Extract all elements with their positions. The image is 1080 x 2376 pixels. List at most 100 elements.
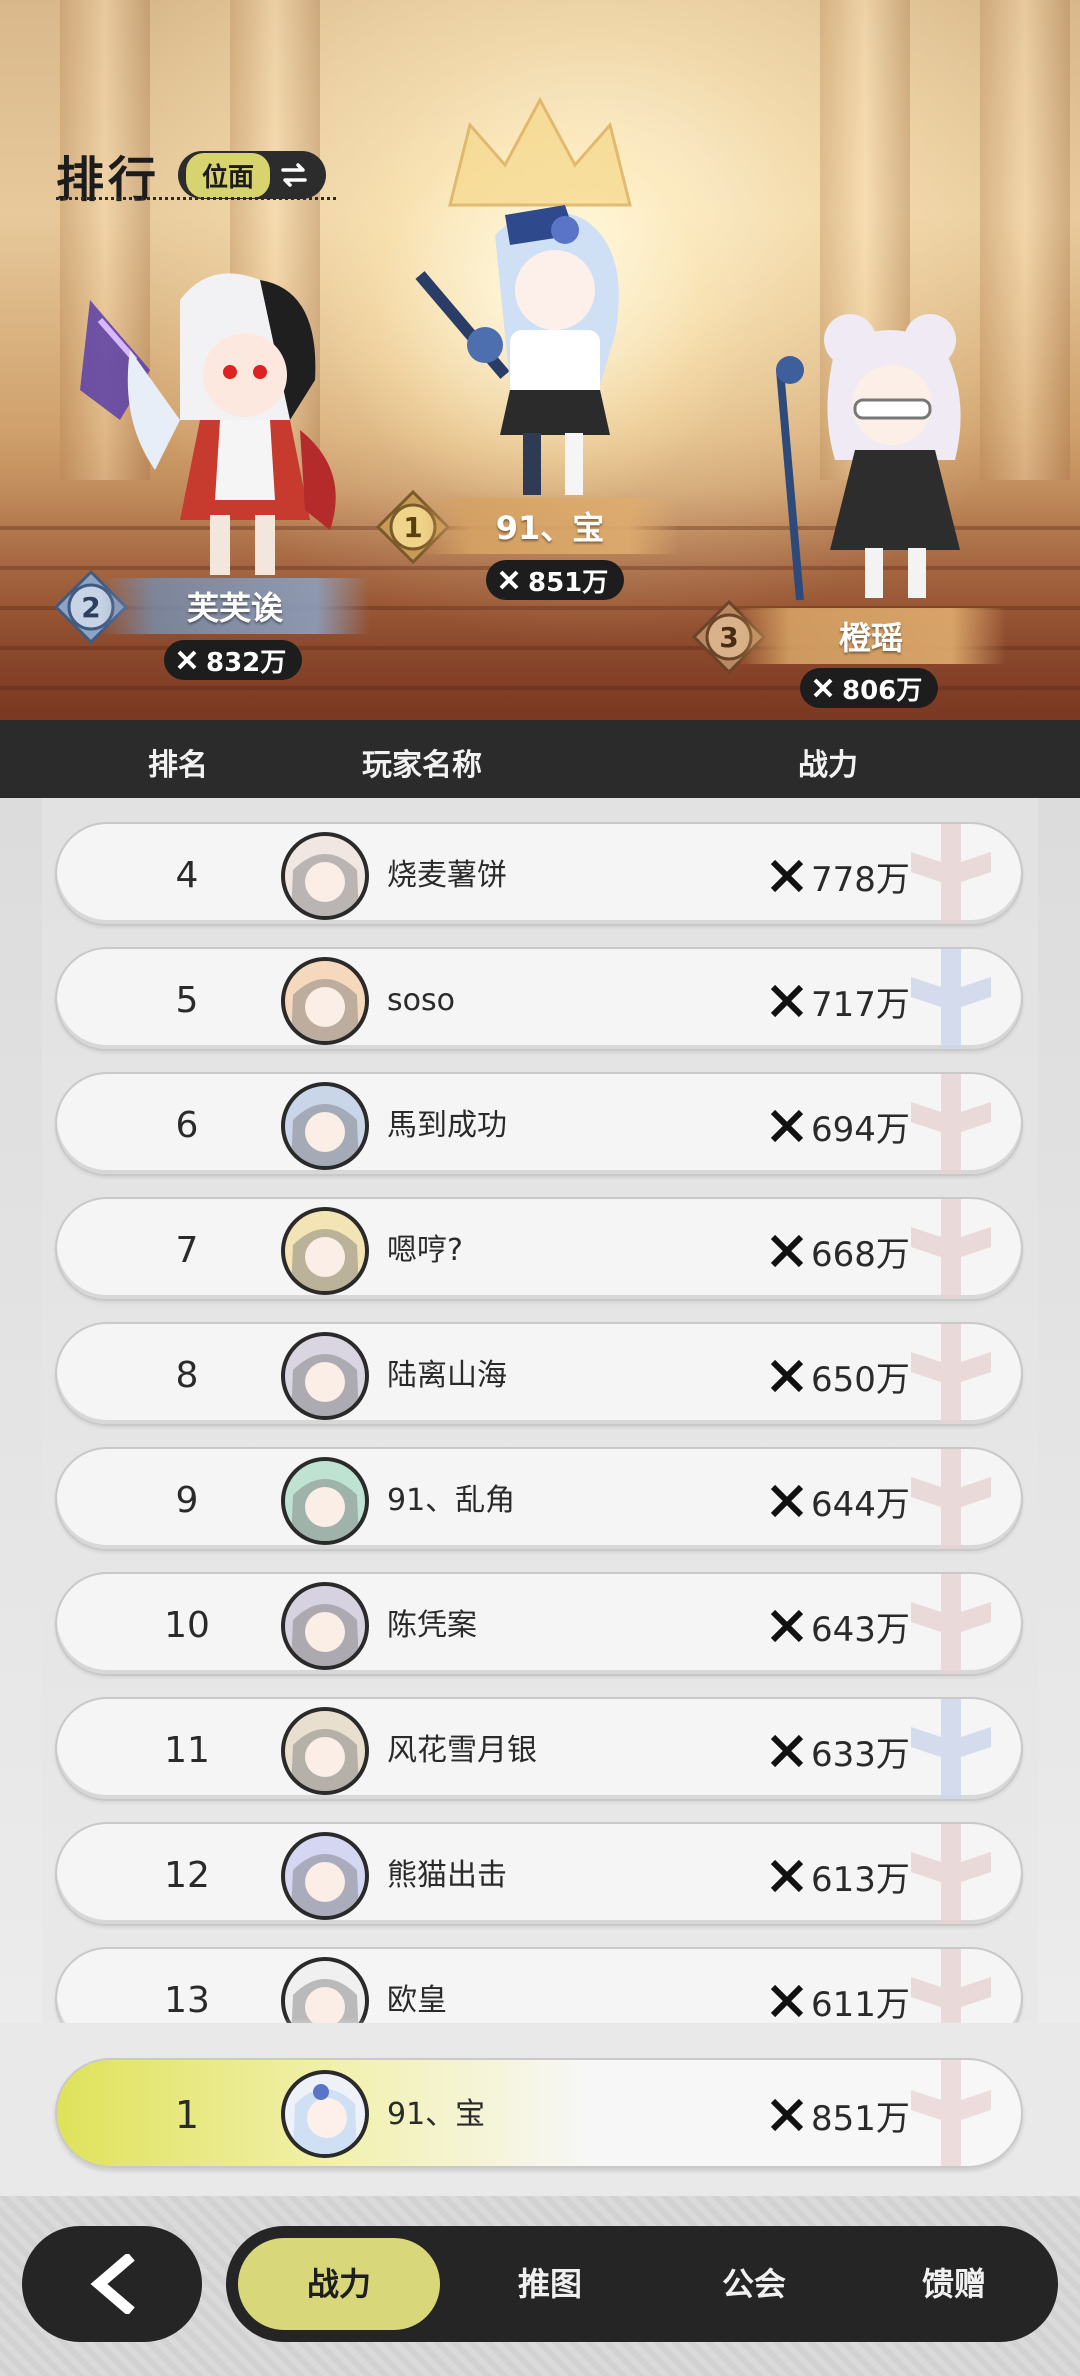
power-icon: [813, 678, 833, 698]
row-rank: 8: [175, 1355, 199, 1396]
player-avatar[interactable]: [281, 1582, 369, 1670]
podium-banner: 排行 位面 1 91、宝 851万 2 芙芙诶 832万 3 橙瑶 806万: [0, 0, 1080, 720]
podium-2-power: 832万: [164, 640, 303, 680]
player-name: 烧麦薯饼: [387, 858, 507, 893]
player-avatar[interactable]: [281, 1832, 369, 1920]
row-rank: 12: [164, 1855, 210, 1896]
col-name-header: 玩家名称: [362, 748, 482, 783]
back-button[interactable]: [22, 2226, 202, 2342]
power-icon: [770, 1109, 804, 1143]
row-rank: 5: [175, 980, 199, 1021]
player-power-value: 644万: [811, 1484, 910, 1525]
power-icon: [770, 984, 804, 1018]
player-power: 717万: [767, 949, 910, 1049]
table-row[interactable]: 8 陆离山海 650万: [55, 1322, 1023, 1426]
power-icon: [770, 1859, 804, 1893]
back-arrow-icon: [90, 2254, 135, 2314]
row-rank: 10: [164, 1605, 210, 1646]
player-avatar[interactable]: [281, 832, 369, 920]
col-rank-header: 排名: [148, 748, 208, 783]
power-icon: [770, 1359, 804, 1393]
power-icon: [770, 1234, 804, 1268]
podium-2-power-value: 832万: [206, 647, 287, 678]
ranking-list[interactable]: 4 烧麦薯饼 778万 5 soso 717万 6 馬到成功 694万 7 嗯哼? 668万 8 陆离山海…: [0, 798, 1080, 2023]
player-avatar[interactable]: [281, 1082, 369, 1170]
player-power-value: 611万: [811, 1984, 910, 2024]
row-rank: 7: [175, 1230, 199, 1271]
my-player-name: 91、宝: [387, 2097, 486, 2132]
table-row[interactable]: 13 欧皇 611万: [55, 1947, 1023, 2023]
row-rank: 11: [164, 1730, 210, 1771]
player-power: 643万: [767, 1574, 910, 1674]
table-row[interactable]: 7 嗯哼? 668万: [55, 1197, 1023, 1301]
swap-arrows-icon: [270, 157, 318, 193]
row-emblem-icon: [911, 2060, 991, 2166]
player-power-value: 668万: [811, 1234, 910, 1275]
my-rank-row[interactable]: 1 91、宝 851万: [55, 2058, 1023, 2168]
player-name: 嗯哼?: [387, 1233, 463, 1268]
player-name: 欧皇: [387, 1983, 447, 2018]
power-icon: [770, 1984, 804, 2018]
podium-1-power-value: 851万: [528, 567, 609, 598]
character-rank-1[interactable]: [415, 195, 655, 505]
my-avatar[interactable]: [281, 2070, 369, 2158]
table-row[interactable]: 10 陈凭案 643万: [55, 1572, 1023, 1676]
player-name: 陈凭案: [387, 1608, 477, 1643]
tab-power[interactable]: 战力: [238, 2238, 440, 2330]
row-rank: 4: [175, 855, 199, 896]
table-row[interactable]: 4 烧麦薯饼 778万: [55, 822, 1023, 926]
player-name: 风花雪月银: [387, 1733, 537, 1768]
table-row[interactable]: 6 馬到成功 694万: [55, 1072, 1023, 1176]
row-rank: 9: [175, 1480, 199, 1521]
player-avatar[interactable]: [281, 1332, 369, 1420]
player-name: 熊猫出击: [387, 1858, 507, 1893]
my-rank-number: 1: [174, 2093, 200, 2137]
player-power-value: 633万: [811, 1734, 910, 1775]
row-rank: 6: [175, 1105, 199, 1146]
power-icon: [177, 650, 197, 670]
player-power-value: 650万: [811, 1359, 910, 1400]
table-row[interactable]: 5 soso 717万: [55, 947, 1023, 1051]
character-rank-3[interactable]: [760, 310, 1000, 610]
power-icon: [499, 570, 519, 590]
player-power: 644万: [767, 1449, 910, 1549]
table-row[interactable]: 12 熊猫出击 613万: [55, 1822, 1023, 1926]
player-power-value: 778万: [811, 859, 910, 900]
player-avatar[interactable]: [281, 957, 369, 1045]
table-row[interactable]: 11 风花雪月银 633万: [55, 1697, 1023, 1801]
player-power: 611万: [767, 1949, 910, 2023]
character-rank-2[interactable]: [60, 260, 360, 590]
scope-switch[interactable]: 位面: [178, 151, 327, 199]
podium-3-power: 806万: [800, 668, 939, 708]
player-power: 668万: [767, 1199, 910, 1299]
tab-stage[interactable]: 推图: [450, 2238, 650, 2330]
player-avatar[interactable]: [281, 1457, 369, 1545]
title-underline: [56, 196, 336, 200]
power-icon: [770, 2098, 804, 2132]
player-name: soso: [387, 983, 455, 1018]
power-icon: [770, 859, 804, 893]
table-row[interactable]: 9 91、乱角 644万: [55, 1447, 1023, 1551]
ranking-table-header: 排名 玩家名称 战力: [0, 720, 1080, 798]
tab-gift[interactable]: 馈赠: [854, 2238, 1054, 2330]
player-name: 馬到成功: [387, 1108, 507, 1143]
player-power: 613万: [767, 1824, 910, 1924]
player-avatar[interactable]: [281, 1707, 369, 1795]
scope-label: 位面: [186, 152, 271, 198]
power-icon: [770, 1734, 804, 1768]
svg-text:2: 2: [81, 591, 100, 624]
player-power: 650万: [767, 1324, 910, 1424]
player-power: 633万: [767, 1699, 910, 1799]
row-rank: 13: [164, 1980, 210, 2021]
podium-1-name: 91、宝: [420, 498, 680, 554]
player-power-value: 717万: [811, 984, 910, 1025]
power-icon: [770, 1609, 804, 1643]
player-power-value: 694万: [811, 1109, 910, 1150]
player-avatar[interactable]: [281, 1207, 369, 1295]
player-power: 694万: [767, 1074, 910, 1174]
podium-3-power-value: 806万: [842, 675, 923, 706]
col-power-header: 战力: [798, 748, 858, 783]
player-power-value: 643万: [811, 1609, 910, 1650]
ranking-tabs: 战力 推图 公会 馈赠: [226, 2226, 1058, 2342]
tab-guild[interactable]: 公会: [654, 2238, 854, 2330]
